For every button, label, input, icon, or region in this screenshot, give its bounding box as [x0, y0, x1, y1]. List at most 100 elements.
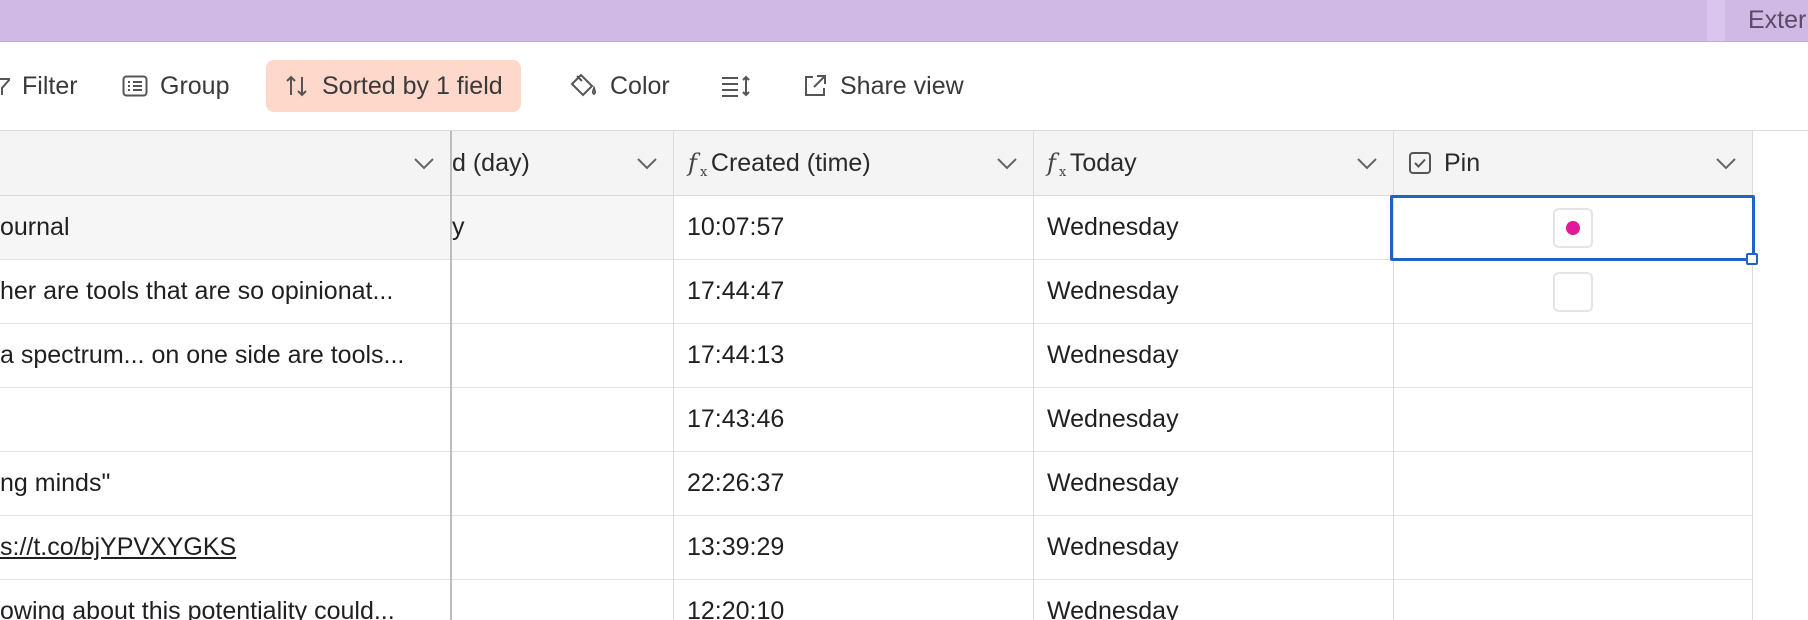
column-today: fx Today Wednesday Wednesday Wednesday W…: [1034, 131, 1394, 620]
pin-dot-icon: [1566, 220, 1580, 235]
cell-text: ournal: [0, 213, 70, 241]
cell-text: ng minds": [0, 469, 111, 497]
cell-text: a spectrum... on one side are tools...: [0, 341, 405, 369]
table-cell-pin[interactable]: [1394, 452, 1752, 516]
cell-text: Wednesday: [1047, 341, 1179, 369]
table-cell[interactable]: s://t.co/bjYPVXYGKS: [0, 516, 450, 580]
table-cell[interactable]: y: [452, 196, 673, 260]
table-cell[interactable]: 12:20:10: [674, 580, 1033, 620]
table-cell[interactable]: Wednesday: [1034, 324, 1393, 388]
column-pin: Pin: [1394, 131, 1753, 620]
filter-button[interactable]: Filter: [0, 60, 78, 112]
cell-text: Wednesday: [1047, 597, 1179, 620]
share-view-button[interactable]: Share view: [802, 60, 964, 112]
column-header-label: d (day): [452, 148, 530, 177]
chevron-down-icon[interactable]: [995, 153, 1019, 173]
cell-text: Wednesday: [1047, 469, 1179, 497]
table-cell[interactable]: Wednesday: [1034, 580, 1393, 620]
column-header-today[interactable]: fx Today: [1034, 131, 1393, 196]
column-created-day: d (day) y: [452, 131, 674, 620]
cell-text: Wednesday: [1047, 405, 1179, 433]
group-button[interactable]: Group: [122, 60, 229, 112]
cell-text: Wednesday: [1047, 213, 1179, 241]
sort-button[interactable]: Sorted by 1 field: [266, 60, 521, 112]
table-cell[interactable]: [452, 516, 673, 580]
cell-text: Wednesday: [1047, 533, 1179, 561]
column-header-label: Pin: [1444, 148, 1481, 177]
share-view-label: Share view: [840, 71, 964, 100]
column-header-pin[interactable]: Pin: [1394, 131, 1752, 196]
table-cell[interactable]: a spectrum... on one side are tools...: [0, 324, 450, 388]
cell-text: owing about this potentiality could...: [0, 597, 395, 620]
formula-icon: fx: [1047, 149, 1067, 180]
column-header-created-day[interactable]: d (day): [452, 131, 673, 196]
color-label: Color: [610, 71, 670, 100]
sort-icon: [286, 75, 307, 97]
cell-text: 17:44:47: [687, 277, 785, 305]
row-height-button[interactable]: [720, 60, 764, 112]
row-height-icon: [722, 75, 750, 97]
cell-text: 17:43:46: [687, 405, 785, 433]
formula-icon: fx: [688, 149, 708, 180]
group-icon: [122, 75, 148, 97]
pin-checkbox[interactable]: [1553, 271, 1593, 312]
column-header-created-time[interactable]: fx Created (time): [674, 131, 1033, 196]
chevron-down-icon[interactable]: [1355, 153, 1379, 173]
cell-link[interactable]: s://t.co/bjYPVXYGKS: [0, 533, 236, 562]
extensions-divider: [1707, 0, 1725, 41]
table-cell[interactable]: 17:44:47: [674, 260, 1033, 324]
paint-bucket-icon: [570, 73, 597, 97]
cell-text: 22:26:37: [687, 469, 785, 497]
cell-text: y: [452, 213, 465, 241]
table-cell[interactable]: Wednesday: [1034, 260, 1393, 324]
filter-label: Filter: [22, 71, 78, 100]
table-cell[interactable]: [452, 260, 673, 324]
table-cell[interactable]: 17:44:13: [674, 324, 1033, 388]
table-cell[interactable]: 22:26:37: [674, 452, 1033, 516]
fill-handle[interactable]: [1746, 253, 1758, 265]
filter-icon: [0, 78, 10, 95]
column-created-time: fx Created (time) 10:07:57 17:44:47 17:4…: [674, 131, 1034, 620]
column-header-label: Created (time): [710, 148, 871, 177]
table-cell-pin[interactable]: [1394, 260, 1752, 324]
table-cell[interactable]: Wednesday: [1034, 388, 1393, 452]
table-cell[interactable]: ng minds": [0, 452, 450, 516]
table-cell[interactable]: 13:39:29: [674, 516, 1033, 580]
column-header-label: Today: [1069, 148, 1137, 177]
table-cell-pin[interactable]: [1394, 580, 1752, 620]
table-cell[interactable]: Wednesday: [1034, 196, 1393, 260]
table-cell[interactable]: [452, 580, 673, 620]
table-cell-pin[interactable]: [1394, 324, 1752, 388]
table-cell[interactable]: 17:43:46: [674, 388, 1033, 452]
cell-text: 17:44:13: [687, 341, 785, 369]
column-primary: ournal her are tools that are so opinion…: [0, 131, 452, 620]
table-cell[interactable]: Wednesday: [1034, 452, 1393, 516]
table-cell[interactable]: [452, 324, 673, 388]
share-icon: [805, 75, 826, 96]
table-cell[interactable]: 10:07:57: [674, 196, 1033, 260]
cell-text: her are tools that are so opinionat...: [0, 277, 394, 305]
table-cell[interactable]: her are tools that are so opinionat...: [0, 260, 450, 324]
cell-text: 13:39:29: [687, 533, 785, 561]
cell-text: 12:20:10: [687, 597, 785, 620]
pin-checkbox[interactable]: [1553, 207, 1593, 248]
column-header-primary[interactable]: [0, 131, 450, 196]
table-cell-pin[interactable]: [1394, 388, 1752, 452]
data-grid: ournal her are tools that are so opinion…: [0, 131, 1753, 620]
table-cell[interactable]: ournal: [0, 196, 450, 260]
cell-text: Wednesday: [1047, 277, 1179, 305]
table-cell-pin[interactable]: [1394, 196, 1752, 260]
chevron-down-icon[interactable]: [635, 153, 659, 173]
table-cell[interactable]: [452, 452, 673, 516]
checkbox-field-icon: [1409, 152, 1431, 174]
table-cell[interactable]: [452, 388, 673, 452]
table-cell[interactable]: Wednesday: [1034, 516, 1393, 580]
chevron-down-icon[interactable]: [412, 153, 436, 173]
extensions-button[interactable]: Exter: [1748, 6, 1806, 35]
table-cell-pin[interactable]: [1394, 516, 1752, 580]
table-cell[interactable]: owing about this potentiality could...: [0, 580, 450, 620]
sort-label: Sorted by 1 field: [322, 71, 503, 100]
table-cell[interactable]: [0, 388, 450, 452]
chevron-down-icon[interactable]: [1714, 153, 1738, 173]
color-button[interactable]: Color: [568, 60, 670, 112]
